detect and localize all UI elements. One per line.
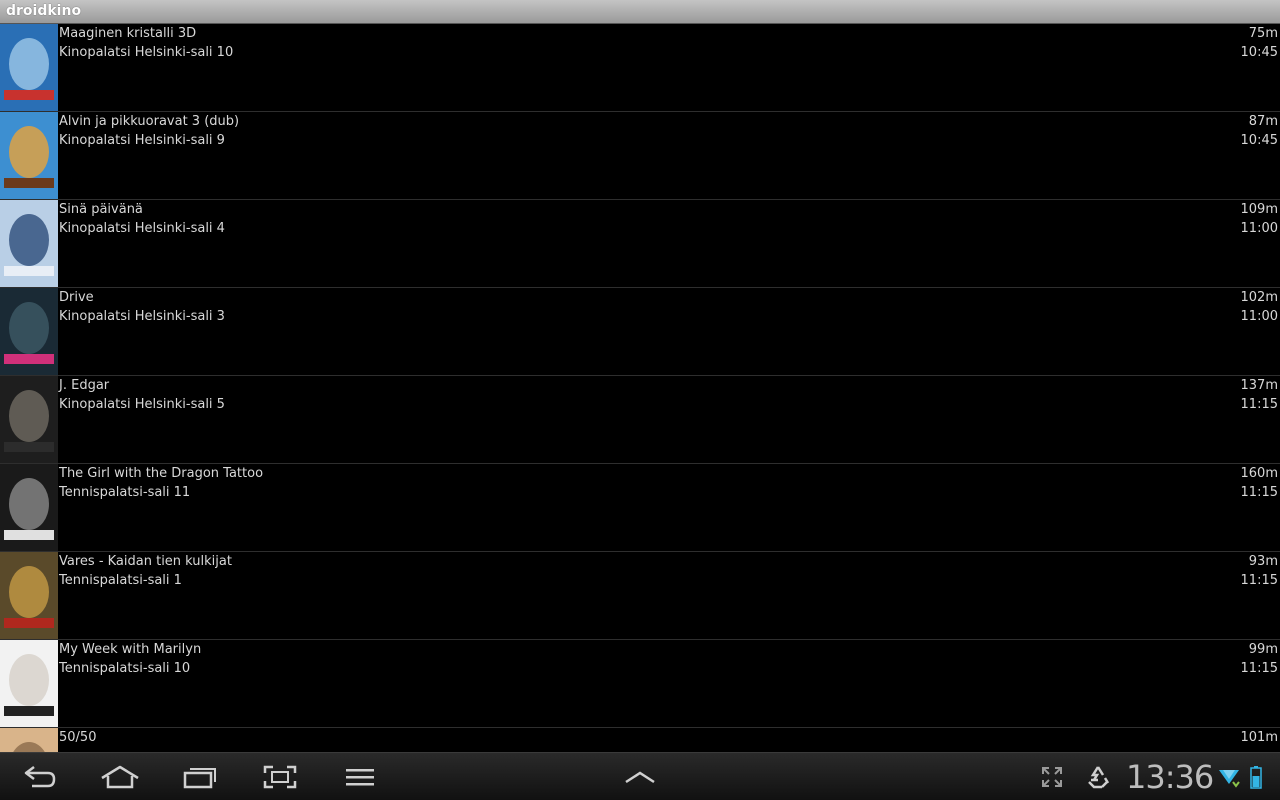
poster-image [0,464,58,551]
venue-label: Kinopalatsi Helsinki-sali 5 [59,397,225,412]
movie-poster [0,112,58,199]
showtime-label: 10:45 [1240,133,1278,148]
expand-icon [1042,767,1062,787]
status-clock[interactable]: 13:36 [1126,758,1214,796]
battery-icon [1250,766,1262,789]
venue-label: Kinopalatsi Helsinki-sali 9 [59,133,225,148]
venue-label: Tennispalatsi-sali 11 [59,485,191,500]
home-icon [101,765,139,789]
duration-label: 101m [1240,730,1278,745]
showtime-label: 11:15 [1240,573,1278,588]
movie-title: Drive [59,290,94,305]
list-item[interactable]: My Week with Marilyn Tennispalatsi-sali … [0,640,1280,728]
showtime-label: 11:00 [1240,221,1278,236]
movie-title: J. Edgar [59,378,110,393]
duration-label: 87m [1248,114,1278,129]
app-title: droidkino [6,3,82,19]
recent-apps-button[interactable] [176,761,224,793]
showings-list[interactable]: Maaginen kristalli 3D Kinopalatsi Helsin… [0,24,1280,752]
duration-label: 137m [1240,378,1278,393]
poster-image [0,728,58,752]
poster-image [0,200,58,287]
screen-capture-button[interactable] [256,761,304,793]
recent-apps-icon [183,768,216,789]
duration-label: 109m [1240,202,1278,217]
movie-poster [0,640,58,727]
movie-poster [0,24,58,111]
showtime-label: 11:15 [1240,661,1278,676]
poster-image [0,288,58,375]
movie-poster [0,728,58,752]
duration-label: 102m [1240,290,1278,305]
poster-image [0,112,58,199]
movie-poster [0,464,58,551]
system-bar: 13:36 [0,752,1280,800]
venue-label: Kinopalatsi Helsinki-sali 3 [59,309,225,324]
showtime-label: 11:15 [1240,485,1278,500]
showtime-label: 11:00 [1240,309,1278,324]
venue-label: Kinopalatsi Helsinki-sali 4 [59,221,225,236]
movie-poster [0,376,58,463]
list-item[interactable]: J. Edgar Kinopalatsi Helsinki-sali 5 137… [0,376,1280,464]
back-arrow-icon [24,766,56,788]
duration-label: 75m [1248,26,1278,41]
movie-title: 50/50 [59,730,97,745]
poster-image [0,640,58,727]
home-button[interactable] [96,761,144,793]
recycle-icon [1088,766,1110,789]
showtime-label: 10:45 [1240,45,1278,60]
venue-label: Tennispalatsi-sali 10 [59,661,191,676]
list-item[interactable]: 50/50 101m [0,728,1280,752]
fullscreen-button[interactable] [1028,761,1076,793]
list-item[interactable]: Drive Kinopalatsi Helsinki-sali 3 102m 1… [0,288,1280,376]
poster-image [0,376,58,463]
movie-title: Sinä päivänä [59,202,143,217]
duration-label: 99m [1248,642,1278,657]
movie-title: My Week with Marilyn [59,642,202,657]
title-bar: droidkino [0,0,1280,24]
movie-poster [0,552,58,639]
poster-image [0,552,58,639]
movie-title: Alvin ja pikkuoravat 3 (dub) [59,114,240,129]
showtime-label: 11:15 [1240,397,1278,412]
expand-panel-button[interactable] [616,761,664,793]
movie-title: The Girl with the Dragon Tattoo [59,466,264,481]
list-item[interactable]: Sinä päivänä Kinopalatsi Helsinki-sali 4… [0,200,1280,288]
venue-label: Kinopalatsi Helsinki-sali 10 [59,45,234,60]
screen-capture-icon [263,765,297,789]
venue-label: Tennispalatsi-sali 1 [59,573,182,588]
menu-icon [346,769,374,786]
list-item[interactable]: Vares - Kaidan tien kulkijat Tennispalat… [0,552,1280,640]
list-item[interactable]: Alvin ja pikkuoravat 3 (dub) Kinopalatsi… [0,112,1280,200]
app-window: droidkino Maaginen kristalli 3D Kinopala… [0,0,1280,800]
list-item[interactable]: Maaginen kristalli 3D Kinopalatsi Helsin… [0,24,1280,112]
menu-button[interactable] [336,761,384,793]
movie-poster [0,200,58,287]
chevron-up-icon [625,771,655,784]
wifi-status[interactable] [1216,761,1242,793]
duration-label: 160m [1240,466,1278,481]
movie-title: Vares - Kaidan tien kulkijat [59,554,232,569]
wifi-icon [1219,770,1240,788]
back-button[interactable] [16,761,64,793]
movie-title: Maaginen kristalli 3D [59,26,197,41]
list-item[interactable]: The Girl with the Dragon Tattoo Tennispa… [0,464,1280,552]
poster-image [0,24,58,111]
battery-status[interactable] [1246,761,1266,793]
duration-label: 93m [1248,554,1278,569]
recycle-notification[interactable] [1074,761,1122,793]
movie-poster [0,288,58,375]
